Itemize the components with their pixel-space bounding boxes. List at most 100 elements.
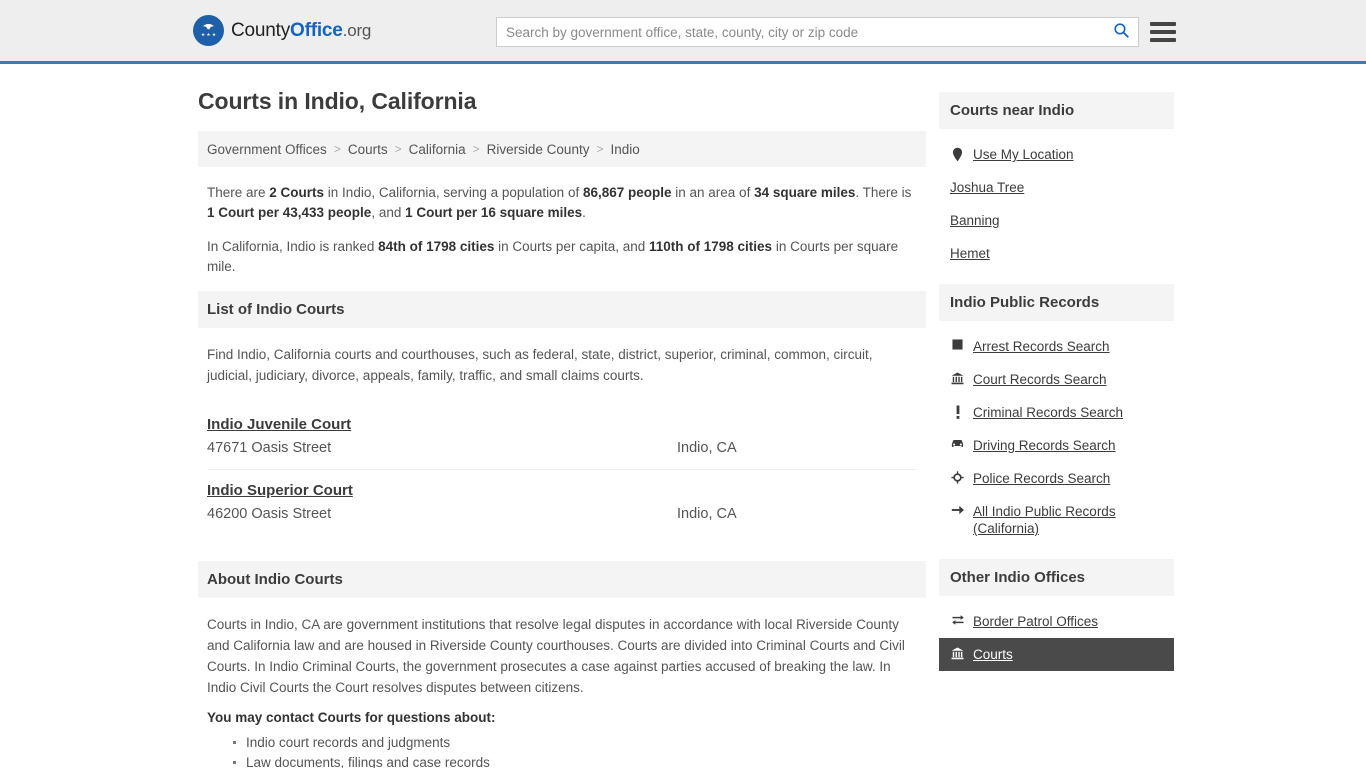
logo-part-org: .org	[342, 20, 372, 40]
search-input[interactable]	[497, 19, 1104, 45]
breadcrumb-separator: >	[394, 142, 402, 156]
sidebar-link-label: Banning	[950, 213, 1000, 228]
breadcrumb-separator: >	[596, 142, 604, 156]
search-button[interactable]	[1104, 18, 1138, 46]
sidebar-item-use-my-location[interactable]: Use My Location	[939, 138, 1174, 171]
stats-rank-area: 110th of 1798 cities	[649, 239, 773, 254]
car-icon	[950, 437, 965, 449]
stats-text: in Indio, California, serving a populati…	[324, 185, 583, 200]
stats-text: .	[582, 205, 586, 220]
logo-part-county: County	[231, 19, 291, 41]
sidebar-link-label: Hemet	[950, 246, 990, 261]
sidebar-item-criminal-records-search[interactable]: Criminal Records Search	[939, 396, 1174, 429]
sidebar-link-label: Driving Records Search	[973, 438, 1116, 453]
stats-text: in Courts per capita, and	[494, 239, 649, 254]
stats-court-count: 2 Courts	[269, 185, 325, 200]
police-badge-icon	[950, 470, 965, 484]
search-icon	[1113, 22, 1130, 42]
panel-heading: Indio Public Records	[939, 284, 1174, 321]
sidebar-item-joshua-tree[interactable]: Joshua Tree	[939, 171, 1174, 204]
sidebar-link-label: Use My Location	[973, 147, 1074, 162]
court-list: Indio Juvenile Court 47671 Oasis Street …	[198, 398, 926, 535]
site-header: CountyOffice.org	[0, 0, 1366, 64]
sidebar-item-hemet[interactable]: Hemet	[939, 237, 1174, 270]
sidebar: Courts near Indio Use My Location Joshua…	[939, 82, 1174, 768]
breadcrumb-separator: >	[333, 142, 341, 156]
page-title: Courts in Indio, California	[198, 88, 477, 114]
about-bullet-list: Indio court records and judgments Law do…	[198, 733, 926, 768]
arrow-right-icon	[950, 503, 965, 516]
stats-per-area: 1 Court per 16 square miles	[405, 205, 583, 220]
list-section-heading: List of Indio Courts	[198, 291, 926, 328]
panel-heading: Other Indio Offices	[939, 559, 1174, 596]
sidebar-link-label: Police Records Search	[973, 471, 1111, 486]
logo-text: CountyOffice.org	[231, 20, 371, 42]
breadcrumb: Government Offices > Courts > California…	[198, 131, 926, 167]
court-name-link[interactable]: Indio Juvenile Court	[207, 416, 351, 433]
panel-courts-near-indio: Courts near Indio Use My Location Joshua…	[939, 92, 1174, 270]
statistics-block: There are 2 Courts in Indio, California,…	[198, 183, 926, 277]
exclamation-icon	[950, 404, 965, 419]
map-pin-icon	[950, 146, 965, 162]
stats-text: . There is	[855, 185, 912, 200]
sidebar-item-driving-records-search[interactable]: Driving Records Search	[939, 429, 1174, 462]
stats-rank-capita: 84th of 1798 cities	[378, 239, 495, 254]
breadcrumb-item-courts[interactable]: Courts	[348, 142, 388, 157]
page-container: Courts in Indio, California Government O…	[0, 64, 1366, 768]
sidebar-item-arrest-records-search[interactable]: Arrest Records Search	[939, 330, 1174, 363]
stats-paragraph-1: There are 2 Courts in Indio, California,…	[207, 183, 917, 223]
site-logo[interactable]: CountyOffice.org	[193, 15, 371, 46]
sidebar-item-banning[interactable]: Banning	[939, 204, 1174, 237]
sidebar-item-court-records-search[interactable]: Court Records Search	[939, 363, 1174, 396]
sidebar-link-label: Joshua Tree	[950, 180, 1025, 195]
square-icon	[950, 338, 965, 350]
sidebar-link-label: Arrest Records Search	[973, 339, 1110, 354]
list-description-text: Find Indio, California courts and courth…	[207, 347, 873, 383]
breadcrumb-item-government-offices[interactable]: Government Offices	[207, 142, 327, 157]
court-name-link[interactable]: Indio Superior Court	[207, 482, 353, 499]
sidebar-link-label: Courts	[973, 647, 1013, 662]
breadcrumb-item-california[interactable]: California	[409, 142, 466, 157]
sidebar-link-label: All Indio Public Records (California)	[973, 504, 1116, 536]
court-address: 46200 Oasis Street	[207, 506, 332, 522]
panel-other-indio-offices: Other Indio Offices Border Patrol Office…	[939, 559, 1174, 671]
court-city: Indio, CA	[677, 506, 737, 522]
sidebar-item-all-public-records[interactable]: All Indio Public Records (California)	[939, 495, 1174, 545]
list-item: Indio court records and judgments	[233, 733, 926, 753]
about-section-body: Courts in Indio, CA are government insti…	[198, 598, 926, 698]
court-detail-row: 47671 Oasis Street Indio, CA	[207, 440, 917, 456]
panel-heading: Courts near Indio	[939, 92, 1174, 129]
stats-text: , and	[371, 205, 406, 220]
search-bar[interactable]	[496, 17, 1139, 47]
stats-text: In California, Indio is ranked	[207, 239, 379, 254]
stats-per-capita: 1 Court per 43,433 people	[207, 205, 372, 220]
panel-indio-public-records: Indio Public Records Arrest Records Sear…	[939, 284, 1174, 545]
sidebar-item-border-patrol-offices[interactable]: Border Patrol Offices	[939, 605, 1174, 638]
stats-area: 34 square miles	[754, 185, 856, 200]
breadcrumb-item-indio[interactable]: Indio	[610, 142, 639, 157]
sidebar-item-police-records-search[interactable]: Police Records Search	[939, 462, 1174, 495]
court-city: Indio, CA	[677, 440, 737, 456]
about-subheading: You may contact Courts for questions abo…	[207, 710, 496, 725]
sidebar-link-label: Criminal Records Search	[973, 405, 1124, 420]
court-list-item: Indio Juvenile Court 47671 Oasis Street …	[207, 404, 917, 470]
eagle-seal-icon	[193, 15, 224, 46]
main-content: Courts in Indio, California Government O…	[198, 82, 926, 768]
stats-paragraph-2: In California, Indio is ranked 84th of 1…	[207, 237, 917, 277]
list-section-description: Find Indio, California courts and courth…	[198, 328, 926, 386]
hamburger-menu-icon[interactable]	[1150, 19, 1176, 45]
exchange-icon	[950, 613, 965, 626]
sidebar-link-label: Court Records Search	[973, 372, 1107, 387]
breadcrumb-item-riverside-county[interactable]: Riverside County	[487, 142, 590, 157]
about-paragraph: Courts in Indio, CA are government insti…	[207, 617, 905, 695]
sidebar-item-courts[interactable]: Courts	[939, 638, 1174, 671]
stats-text: There are	[207, 185, 270, 200]
bank-icon	[950, 371, 965, 385]
breadcrumb-separator: >	[472, 142, 480, 156]
court-address: 47671 Oasis Street	[207, 440, 332, 456]
bank-icon	[950, 646, 965, 660]
court-list-item: Indio Superior Court 46200 Oasis Street …	[207, 470, 917, 535]
stats-text: in an area of	[671, 185, 755, 200]
sidebar-link-label: Border Patrol Offices	[973, 614, 1099, 629]
about-section-heading: About Indio Courts	[198, 561, 926, 598]
